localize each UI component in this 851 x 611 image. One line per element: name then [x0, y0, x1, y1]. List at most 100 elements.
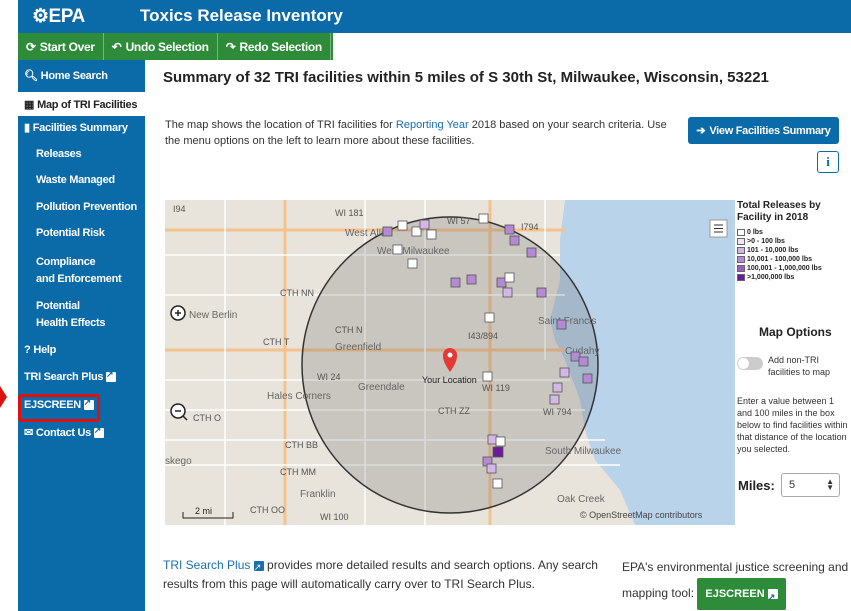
map-label: CTH BB	[285, 440, 318, 450]
map-label: WI 119	[482, 383, 510, 393]
sidebar-item-health-effects[interactable]: Potential Health Effects	[36, 298, 145, 332]
intro-part1: The map shows the location of TRI facili…	[165, 119, 396, 131]
facility-marker[interactable]	[419, 219, 430, 230]
sidebar-item-waste-managed[interactable]: Waste Managed	[36, 174, 145, 186]
app-title: Toxics Release Inventory	[140, 6, 343, 25]
legend-swatch	[737, 229, 745, 236]
miles-label: Miles:	[738, 478, 775, 493]
sidebar-item-facilities-summary[interactable]: ▮ Facilities Summary	[18, 121, 145, 134]
sidebar-item-releases[interactable]: Releases	[36, 148, 145, 160]
zoom-out-icon[interactable]	[170, 403, 188, 421]
legend-swatch	[737, 256, 745, 263]
legend-item: 100,001 - 1,000,000 lbs	[737, 264, 849, 273]
facility-marker[interactable]	[478, 213, 489, 224]
map-icon: ▦	[24, 99, 35, 111]
redo-label: Redo Selection	[239, 39, 322, 54]
facility-marker[interactable]	[492, 446, 504, 458]
map-menu-icon[interactable]	[709, 219, 728, 238]
facility-marker[interactable]	[549, 394, 560, 405]
facility-marker[interactable]	[486, 463, 497, 474]
legend-title: Total Releases by Facility in 2018	[737, 200, 821, 223]
facility-marker[interactable]	[556, 319, 567, 330]
facility-marker[interactable]	[466, 274, 477, 285]
facility-marker[interactable]	[450, 277, 461, 288]
undo-selection-button[interactable]: ↶ Undo Selection	[104, 33, 218, 60]
undo-icon: ↶	[111, 39, 122, 54]
facility-marker[interactable]	[397, 220, 408, 231]
map-attribution: © OpenStreetMap contributors	[580, 510, 703, 520]
tri-search-plus-link[interactable]: TRI Search Plus	[163, 558, 250, 572]
map-label: WI 100	[320, 512, 349, 522]
undo-label: Undo Selection	[125, 39, 209, 54]
ejscreen-button[interactable]: EJSCREEN	[697, 578, 786, 610]
sidebar-item-compliance[interactable]: Compliance and Enforcement	[36, 254, 145, 288]
facilities-map[interactable]: WI 181 West Allis West Milwaukee WI 57 I…	[165, 200, 735, 525]
legend-item: >1,000,000 lbs	[737, 273, 849, 282]
facility-marker[interactable]	[407, 258, 418, 269]
sidebar-item-pollution-prevention[interactable]: Pollution Prevention	[36, 201, 145, 213]
map-label: Oak Creek	[557, 494, 606, 505]
map-label: WI 24	[317, 372, 341, 382]
facility-marker[interactable]	[509, 235, 520, 246]
epa-logo[interactable]: ⚙EPA	[32, 5, 85, 28]
facility-marker[interactable]	[426, 229, 437, 240]
sidebar-item-home-search[interactable]: 🔍︎ Home Search	[18, 69, 145, 82]
footer-ejscreen-text: EPA's environmental justice screening an…	[622, 556, 851, 610]
spinner-icon[interactable]: ▲ ▼	[826, 478, 834, 492]
map-label: CTH ZZ	[438, 406, 470, 416]
legend-swatch	[737, 247, 745, 254]
facility-marker[interactable]	[504, 224, 515, 235]
facility-marker[interactable]	[502, 287, 513, 298]
sidebar-item-label: Potential Health Effects	[36, 300, 106, 329]
non-tri-toggle[interactable]	[737, 357, 763, 370]
facility-marker[interactable]	[382, 226, 393, 237]
sidebar-item-label: Contact Us	[35, 427, 91, 439]
external-link-icon	[253, 558, 264, 577]
facility-marker[interactable]	[482, 371, 493, 382]
miles-value: 5	[789, 479, 796, 491]
legend-item: 101 - 10,000 lbs	[737, 246, 849, 255]
facility-marker[interactable]	[582, 373, 593, 384]
zoom-in-icon[interactable]	[170, 305, 186, 321]
facility-marker[interactable]	[495, 436, 506, 447]
ejscreen-highlight-box	[18, 394, 100, 422]
refresh-icon: ⟳	[26, 39, 36, 54]
ejscreen-button-label: EJSCREEN	[705, 588, 765, 600]
sidebar-item-tri-search-plus[interactable]: TRI Search Plus	[18, 369, 145, 383]
facility-marker[interactable]	[552, 382, 563, 393]
start-over-label: Start Over	[39, 39, 95, 54]
sidebar-item-help[interactable]: ? Help	[18, 344, 145, 356]
reporting-year-link[interactable]: Reporting Year	[396, 119, 469, 131]
facility-marker[interactable]	[526, 247, 537, 258]
sidebar: 🔍︎ Home Search ▦ Map of TRI Facilities ▮ Fa…	[18, 60, 145, 611]
search-icon: 🔍︎	[24, 70, 38, 82]
map-label: CTH MM	[280, 467, 316, 477]
facility-marker[interactable]	[504, 272, 515, 283]
start-over-button[interactable]: ⟳ Start Over	[18, 33, 104, 60]
view-facilities-summary-button[interactable]: ➔ View Facilities Summary	[688, 117, 839, 144]
info-button[interactable]: i	[817, 151, 839, 173]
map-label: WI 794	[543, 407, 572, 417]
redo-selection-button[interactable]: ↷ Redo Selection	[218, 33, 331, 60]
miles-input[interactable]: 5 ▲ ▼	[781, 473, 840, 497]
map-label: WI 181	[335, 208, 364, 218]
map-label: West Milwaukee	[377, 246, 450, 257]
sidebar-item-label: Potential Risk	[36, 227, 105, 239]
sidebar-item-label: Releases	[36, 148, 82, 160]
map-label: I794	[521, 222, 539, 232]
facility-marker[interactable]	[484, 312, 495, 323]
sidebar-item-contact-us[interactable]: ✉ Contact Us	[18, 425, 145, 439]
map-label: Cudahy	[565, 346, 599, 357]
facility-marker[interactable]	[578, 356, 589, 367]
sidebar-item-label: Map of TRI Facilities	[37, 99, 138, 111]
facility-marker[interactable]	[536, 287, 547, 298]
facility-marker[interactable]	[392, 244, 403, 255]
facility-marker[interactable]	[559, 367, 570, 378]
legend-label: >1,000,000 lbs	[747, 274, 795, 281]
scale-label: 2 mi	[195, 506, 212, 516]
sidebar-item-label: Home Search	[40, 70, 108, 82]
facility-marker[interactable]	[492, 478, 503, 489]
sidebar-item-map[interactable]: ▦ Map of TRI Facilities	[18, 92, 145, 116]
map-label: South Milwaukee	[545, 446, 622, 457]
sidebar-item-potential-risk[interactable]: Potential Risk	[36, 227, 145, 239]
